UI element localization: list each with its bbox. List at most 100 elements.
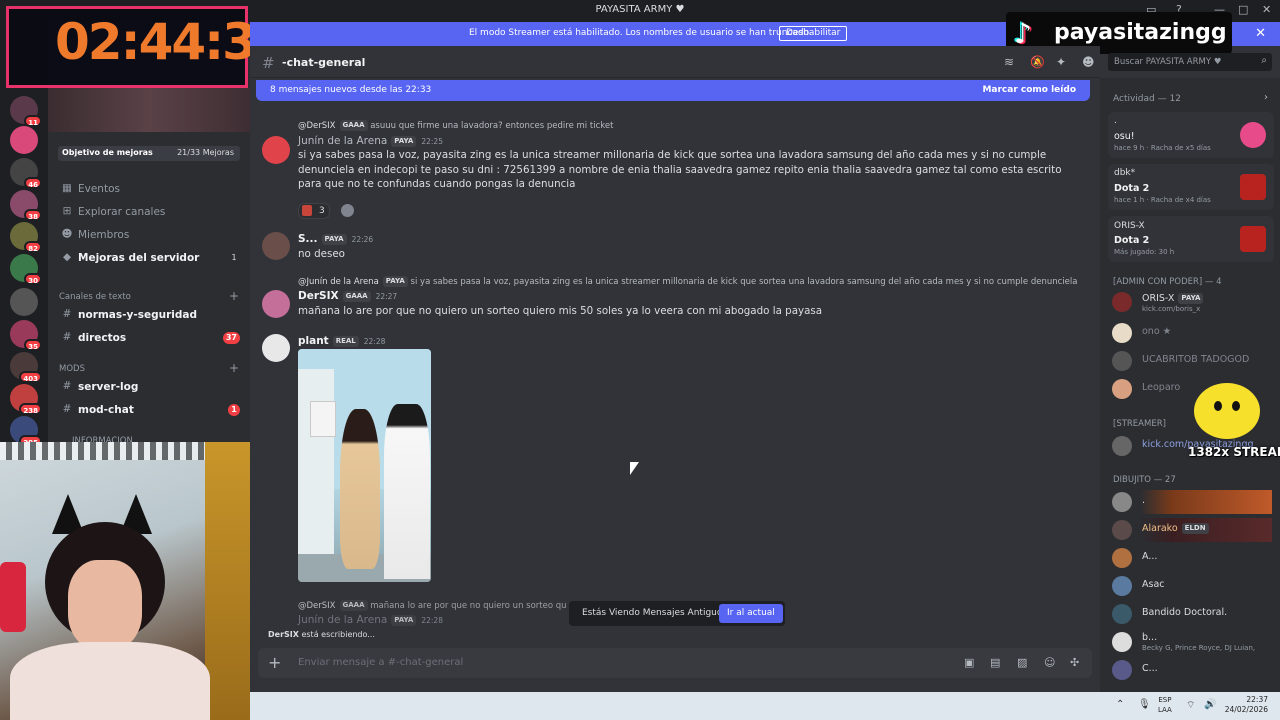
member-name: A... <box>1142 551 1158 562</box>
nav-members[interactable]: ☻ Miembros <box>60 226 246 246</box>
category-text-channels[interactable]: Canales de texto <box>59 292 131 302</box>
member-item[interactable]: UCABRITOB TADOGOD <box>1112 349 1272 373</box>
close-window-button[interactable]: ✕ <box>1262 3 1271 16</box>
member-item[interactable]: b... Becky G, Prince Royce, DJ Luian, <box>1112 630 1272 654</box>
avatar <box>1112 604 1132 624</box>
member-item[interactable]: ORIS-X PAYA kick.com/boris_x <box>1112 290 1272 314</box>
member-item[interactable]: A... <box>1112 546 1272 570</box>
avatar[interactable] <box>262 290 290 318</box>
disable-streamer-mode-button[interactable]: Deshabilitar <box>779 26 848 41</box>
boost-goal[interactable]: Objetivo de mejoras 21/33 Mejoras <box>58 146 240 161</box>
channel-label: mod-chat <box>78 404 134 416</box>
add-reaction-icon[interactable] <box>341 204 354 217</box>
member-name: ono ★ <box>1142 326 1172 337</box>
pin-icon[interactable]: ✦ <box>1056 55 1066 69</box>
channel-server-log[interactable]: # server-log <box>60 378 240 398</box>
server-icon[interactable]: 295 <box>10 416 42 447</box>
member-name: b... <box>1142 632 1158 643</box>
threads-icon[interactable]: ≋ <box>1004 55 1014 69</box>
channel-normas[interactable]: # normas-y-seguridad <box>60 306 240 326</box>
activity-meta: hace 9 h · Racha de x5 días <box>1114 144 1211 152</box>
avatar <box>1112 351 1132 371</box>
member-item[interactable]: Bandido Doctoral. <box>1112 602 1272 626</box>
clock-time: 22:37 <box>1246 695 1268 704</box>
jump-to-present-button[interactable]: Ir al actual <box>719 604 783 623</box>
volume-icon[interactable]: 🔊 <box>1204 699 1216 710</box>
server-icon[interactable] <box>10 288 38 316</box>
timestamp: 22:27 <box>375 292 398 301</box>
members-icon: ☻ <box>61 228 73 240</box>
reply-text: asuuu que firme una lavadora? entonces p… <box>370 121 614 131</box>
author-name[interactable]: DerSIX <box>298 290 339 302</box>
mark-read-button[interactable]: Marcar como leído <box>982 85 1076 95</box>
server-icon[interactable]: 46 <box>10 158 42 189</box>
author-name[interactable]: S... <box>298 233 318 245</box>
channel-directos[interactable]: # directos 37 <box>60 329 240 349</box>
gif-icon[interactable]: ▤ <box>990 656 1000 669</box>
reply-text: si ya sabes pasa la voz, payasita zing e… <box>410 277 1078 287</box>
gift-icon[interactable]: ▣ <box>964 656 974 669</box>
close-icon[interactable]: ✕ <box>1255 26 1266 41</box>
nav-browse-channels[interactable]: ⊞ Explorar canales <box>60 203 246 223</box>
language-indicator[interactable]: ESP LAA <box>1158 695 1172 715</box>
mouse-cursor <box>630 462 639 475</box>
nav-events[interactable]: ▦ Eventos <box>60 180 246 200</box>
avatar[interactable] <box>262 334 290 362</box>
wifi-icon[interactable]: ⌔ <box>1186 699 1195 712</box>
maximize-button[interactable]: □ <box>1238 3 1248 16</box>
server-icon[interactable]: 11 <box>10 96 42 127</box>
server-badge: 35 <box>24 339 42 351</box>
timestamp: 22:28 <box>421 616 443 625</box>
role-tag: PAYA <box>1178 293 1204 304</box>
member-name: Bandido Doctoral. <box>1142 607 1228 618</box>
category-mods[interactable]: MODS <box>59 364 85 374</box>
author-name[interactable]: plant <box>298 335 329 347</box>
member-list-icon[interactable]: ☻ <box>1082 55 1095 69</box>
image-attachment[interactable] <box>298 349 431 582</box>
avatar[interactable] <box>262 232 290 260</box>
nav-server-boosts[interactable]: ◆ Mejoras del servidor 1 <box>60 249 240 269</box>
member-item[interactable]: ono ★ <box>1112 321 1272 345</box>
channel-mod-chat[interactable]: # mod-chat 1 <box>60 401 240 421</box>
mascot-eye <box>1214 401 1222 411</box>
boost-goal-label: Objetivo de mejoras <box>62 148 153 157</box>
chevron-right-icon[interactable]: › <box>1264 92 1268 103</box>
reply-preview[interactable]: @DerSIX GAAA asuuu que firme una lavadora… <box>298 120 1078 131</box>
member-item[interactable]: . <box>1112 490 1272 514</box>
attach-icon[interactable]: + <box>268 653 281 672</box>
message-composer[interactable]: + Enviar mensaje a #-chat-general ▣ ▤ ▨ … <box>258 648 1092 678</box>
author-name[interactable]: Junín de la Arena <box>298 614 387 626</box>
server-icon[interactable]: 38 <box>10 190 42 221</box>
member-item[interactable]: C... <box>1112 658 1272 682</box>
microphone-icon[interactable]: 🎙 <box>1138 699 1151 710</box>
server-icon[interactable]: 403 <box>10 352 42 383</box>
search-input[interactable]: Buscar PAYASITA ARMY ♥ ⌕ <box>1108 53 1272 71</box>
activity-card[interactable]: dbk* Dota 2 hace 1 h · Racha de x4 días <box>1108 164 1274 210</box>
member-name: Asac <box>1142 579 1165 590</box>
reply-preview[interactable]: @Junín de la Arena PAYA si ya sabes pasa … <box>298 276 1078 287</box>
sticker-icon[interactable]: ▨ <box>1017 656 1027 669</box>
emoji-icon[interactable]: ☺ <box>1044 656 1055 669</box>
new-messages-bar[interactable]: 8 mensajes nuevos desde las 22:33 Marcar… <box>256 80 1090 101</box>
reply-preview[interactable]: @DerSIX GAAA mañana lo are por que no qui… <box>298 600 568 611</box>
server-icon[interactable] <box>10 126 38 154</box>
activity-card[interactable]: . osu! hace 9 h · Racha de x5 días <box>1108 112 1274 158</box>
server-icon[interactable]: 35 <box>10 320 42 351</box>
activity-card[interactable]: ORIS-X Dota 2 Más jugado: 30 h <box>1108 216 1274 262</box>
avatar[interactable] <box>262 136 290 164</box>
role-tag: ELDN <box>1181 523 1209 534</box>
apps-icon[interactable]: ✣ <box>1070 656 1079 669</box>
member-item[interactable]: Asac <box>1112 574 1272 598</box>
member-item[interactable]: Alarako ELDN <box>1112 518 1272 542</box>
server-icon[interactable]: 30 <box>10 254 42 285</box>
reaction-emoji <box>302 205 312 216</box>
server-icon[interactable]: 238 <box>10 384 42 415</box>
message: S... PAYA 22:26 no deseo <box>258 230 1088 262</box>
reaction-chip[interactable]: 3 <box>298 203 330 219</box>
chevron-up-icon[interactable]: ⌃ <box>1116 699 1124 710</box>
author-name[interactable]: Junín de la Arena <box>298 135 387 147</box>
server-icon[interactable]: 82 <box>10 222 42 253</box>
activity-header: Actividad — 12 <box>1113 94 1181 104</box>
system-clock[interactable]: 22:37 24/02/2026 <box>1225 695 1268 715</box>
notifications-icon[interactable]: 🔕 <box>1030 55 1045 69</box>
